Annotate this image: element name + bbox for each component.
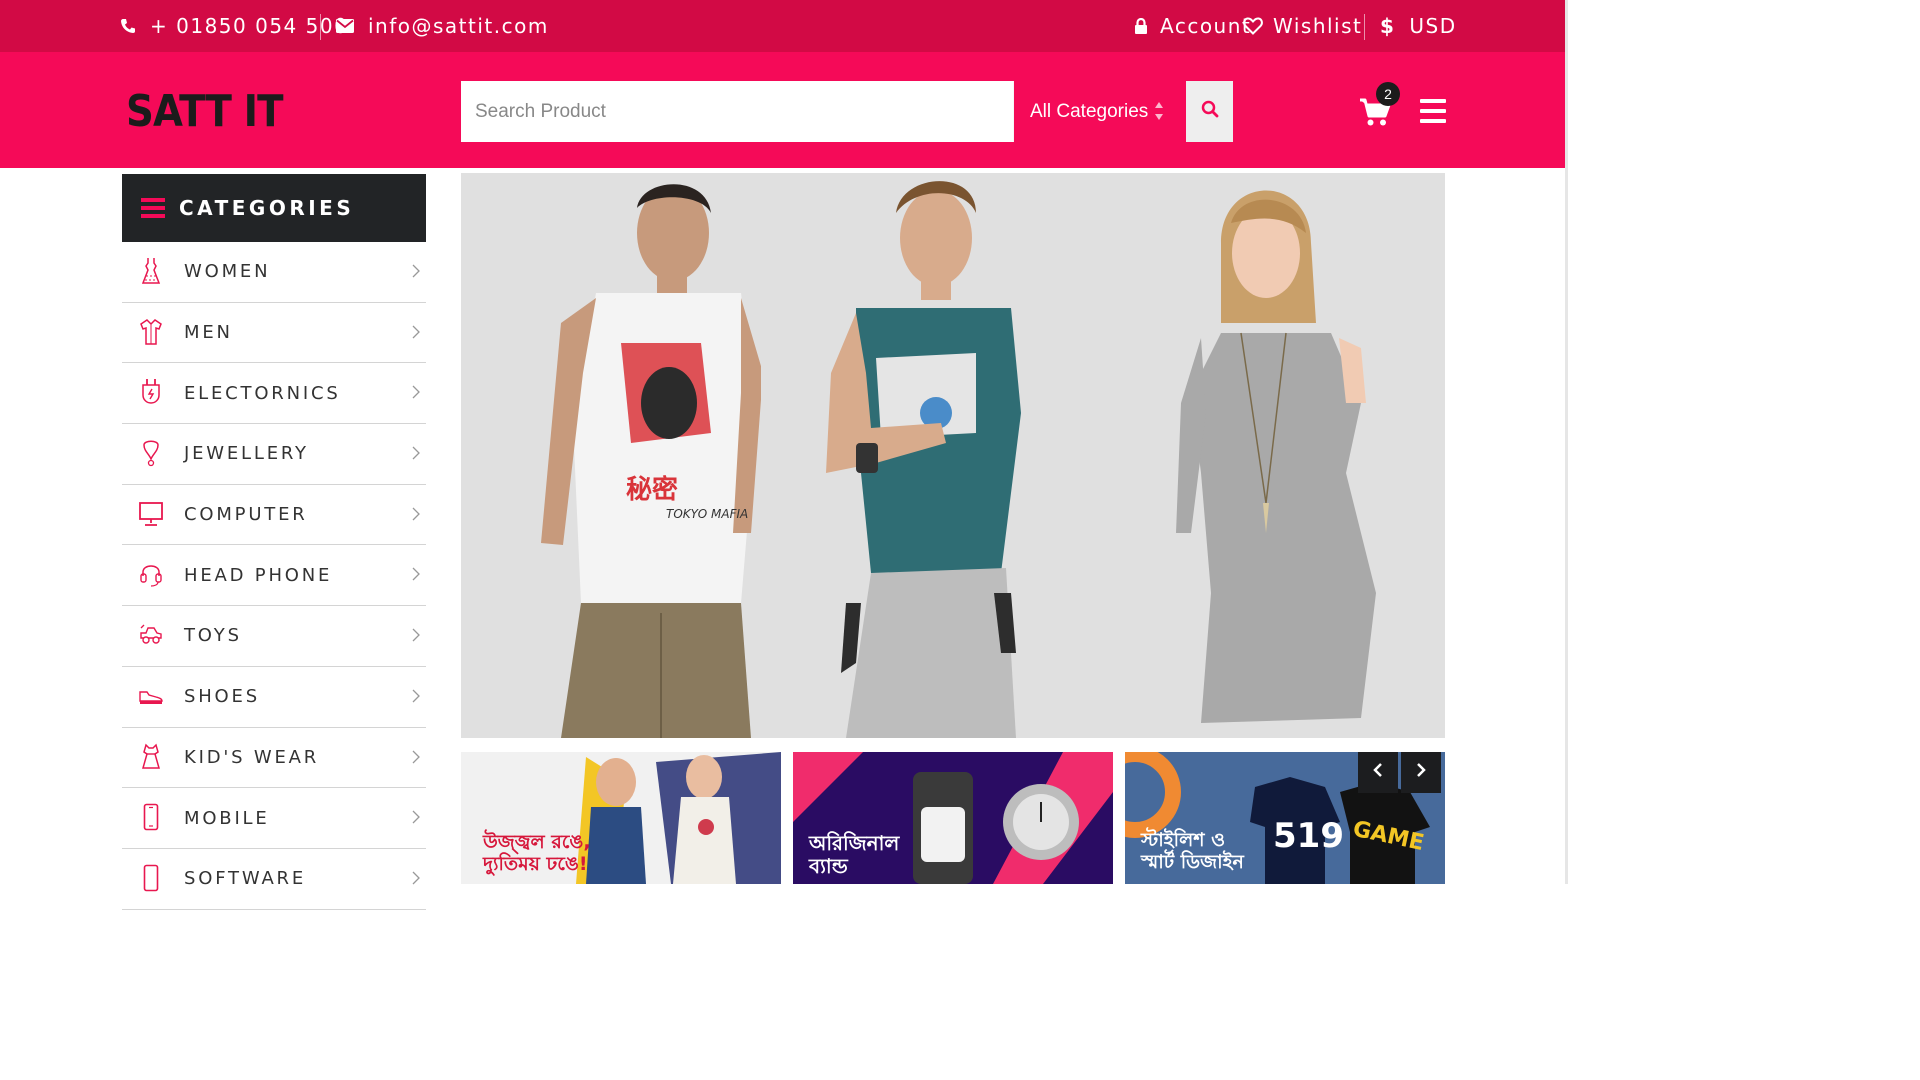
chevron-right-icon: [412, 446, 420, 465]
promo-text-line2: দ্যুতিময় ঢঙে!: [483, 852, 588, 875]
category-label: WOMEN: [184, 261, 271, 283]
svg-text:TOKYO MAFIA: TOKYO MAFIA: [666, 507, 748, 521]
chevron-right-icon: [412, 325, 420, 344]
categories-title: CATEGORIES: [179, 196, 355, 220]
shirt-icon: [138, 317, 164, 347]
plug-icon: [138, 377, 164, 407]
dress-icon: [138, 256, 164, 286]
page-edge: [1565, 0, 1568, 884]
category-item-men[interactable]: MEN: [122, 303, 426, 364]
cart-count-badge: 2: [1376, 82, 1400, 106]
search-input[interactable]: [461, 81, 1013, 142]
chevron-right-icon: [412, 385, 420, 404]
carousel-prev-button[interactable]: [1358, 752, 1398, 793]
category-item-shoes[interactable]: SHOES: [122, 667, 426, 728]
model-man-teal-tshirt-image: [826, 181, 1021, 738]
category-item-electronics[interactable]: ELECTORNICS: [122, 363, 426, 425]
sort-arrows-icon: [1154, 101, 1164, 127]
chevron-right-icon: [1416, 762, 1426, 783]
category-select-label: All Categories: [1030, 100, 1149, 122]
envelope-icon: [336, 19, 354, 33]
chevron-right-icon: [412, 264, 420, 283]
category-label: JEWELLERY: [184, 443, 309, 465]
category-item-kids-wear[interactable]: KID'S WEAR: [122, 728, 426, 789]
headphone-icon: [138, 559, 164, 589]
promo-text-line1: উজ্জ্বল রঙে,: [483, 831, 591, 853]
chevron-right-icon: [412, 507, 420, 526]
lock-icon: [1134, 17, 1148, 35]
category-item-mobile[interactable]: MOBILE: [122, 788, 426, 849]
chevron-right-icon: [412, 871, 420, 890]
dollar-icon: $: [1380, 14, 1396, 38]
phone-contact[interactable]: + 01850 054 500: [120, 0, 348, 52]
category-item-women[interactable]: WOMEN: [122, 242, 426, 303]
category-item-jewellery[interactable]: JEWELLERY: [122, 424, 426, 485]
pendant-icon: [138, 438, 164, 468]
carousel-next-button[interactable]: [1401, 752, 1441, 793]
hamburger-menu-icon[interactable]: [1420, 99, 1446, 127]
heart-icon: [1243, 17, 1263, 35]
cart-icon: [1358, 98, 1392, 133]
promo-banner-women-fashion[interactable]: উজ্জ্বল রঙে, দ্যুতিময় ঢঙে!: [461, 752, 781, 884]
categories-header[interactable]: CATEGORIES: [122, 174, 426, 242]
categories-list: WOMEN MEN ELECTORNICS JEWELLERY COMPUTER…: [122, 242, 426, 910]
currency-label: USD: [1409, 14, 1457, 38]
category-item-head-phone[interactable]: HEAD PHONE: [122, 545, 426, 607]
kids-dress-icon: [138, 742, 164, 772]
category-item-software[interactable]: SOFTWARE: [122, 849, 426, 910]
search-button[interactable]: [1186, 81, 1233, 142]
menu-bars-icon: [141, 194, 165, 222]
category-label: TOYS: [184, 625, 242, 647]
topbar-divider: [1364, 14, 1365, 40]
account-link[interactable]: Account: [1134, 0, 1251, 52]
chevron-right-icon: [412, 689, 420, 708]
monitor-icon: [138, 499, 164, 529]
toy-car-icon: [138, 620, 164, 650]
chevron-right-icon: [412, 810, 420, 829]
category-label: ELECTORNICS: [184, 382, 341, 404]
category-label: SHOES: [184, 686, 260, 708]
category-label: HEAD PHONE: [184, 564, 333, 586]
category-item-toys[interactable]: TOYS: [122, 606, 426, 667]
chevron-left-icon: [1373, 762, 1383, 783]
phone-number: + 01850 054 500: [150, 14, 349, 38]
top-bar: + 01850 054 500 info@sattit.com Account …: [0, 0, 1568, 52]
wishlist-link[interactable]: Wishlist: [1243, 0, 1362, 52]
promo-text-line1: অরিজিনাল: [809, 831, 900, 855]
promo-banner-watches[interactable]: অরিজিনাল ব্যান্ড: [793, 752, 1113, 884]
hero-banner[interactable]: 秘密 TOKYO MAFIA: [461, 173, 1445, 738]
category-select[interactable]: All Categories: [1013, 81, 1186, 142]
category-label: SOFTWARE: [184, 868, 307, 890]
category-label: MOBILE: [184, 807, 270, 829]
currency-select[interactable]: $ USD: [1380, 0, 1457, 52]
email-contact[interactable]: info@sattit.com: [336, 0, 549, 52]
mobile-icon: [138, 802, 164, 832]
shoe-icon: [138, 681, 164, 711]
category-label: KID'S WEAR: [184, 746, 320, 768]
phone-icon: [120, 18, 136, 34]
software-icon: [138, 863, 164, 893]
category-label: COMPUTER: [184, 504, 308, 526]
category-label: MEN: [184, 322, 233, 344]
search-icon: [1201, 100, 1219, 123]
chevron-right-icon: [412, 750, 420, 769]
promo-text-line2: স্মার্ট ডিজাইন: [1141, 850, 1244, 873]
wishlist-label: Wishlist: [1273, 14, 1363, 38]
promo-text-line2: ব্যান্ড: [809, 854, 848, 878]
promo-text-line1: স্টাইলিশ ও: [1141, 829, 1226, 851]
account-label: Account: [1160, 14, 1252, 38]
email-address: info@sattit.com: [368, 14, 549, 38]
chevron-right-icon: [412, 567, 420, 586]
svg-text:519: 519: [1273, 816, 1344, 856]
chevron-right-icon: [412, 628, 420, 647]
site-logo[interactable]: SATT IT: [126, 86, 284, 137]
topbar-divider: [320, 14, 321, 40]
model-man-white-tshirt-image: 秘密 TOKYO MAFIA: [541, 184, 761, 738]
svg-text:秘密: 秘密: [626, 474, 678, 505]
model-woman-grey-top-image: [1176, 190, 1376, 723]
category-item-computer[interactable]: COMPUTER: [122, 485, 426, 546]
